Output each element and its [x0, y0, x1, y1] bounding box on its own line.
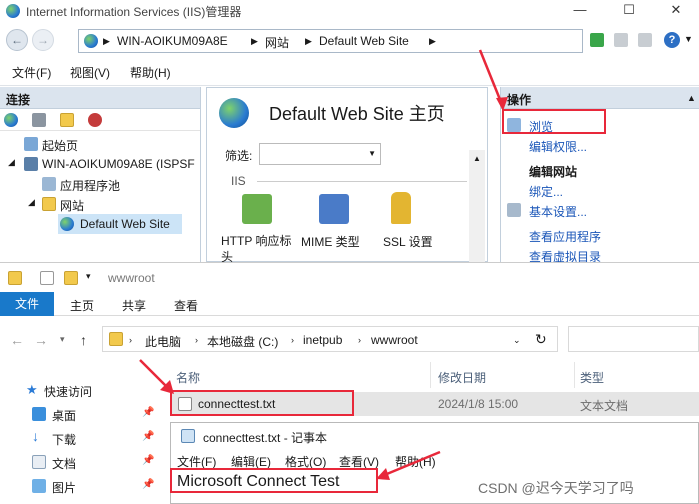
watermark: CSDN @迟今天学习了吗 — [478, 480, 634, 496]
arrow-to-content — [381, 450, 441, 478]
arrow-head — [496, 97, 508, 111]
annotation-arrows — [139, 49, 508, 480]
arrow-head — [376, 468, 390, 480]
